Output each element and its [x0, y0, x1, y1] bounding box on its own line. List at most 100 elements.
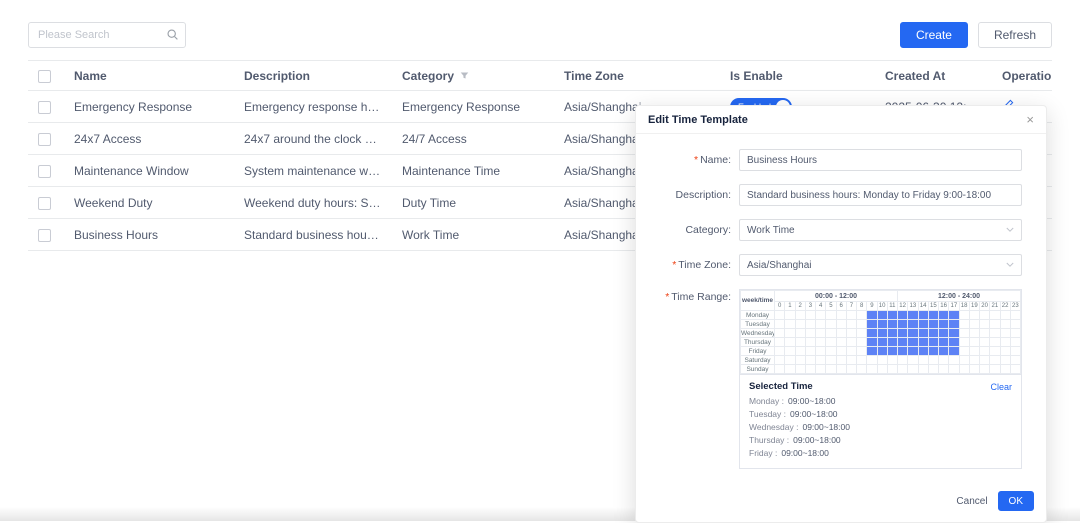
grid-cell[interactable]: [857, 356, 867, 365]
grid-cell[interactable]: [816, 347, 826, 356]
grid-cell[interactable]: [836, 338, 846, 347]
grid-cell[interactable]: [775, 338, 785, 347]
grid-cell[interactable]: [887, 311, 897, 320]
grid-cell[interactable]: [826, 356, 836, 365]
grid-cell[interactable]: [816, 320, 826, 329]
grid-cell[interactable]: [867, 356, 877, 365]
grid-cell[interactable]: [928, 338, 938, 347]
grid-cell[interactable]: [928, 320, 938, 329]
grid-cell[interactable]: [969, 320, 979, 329]
grid-cell[interactable]: [908, 329, 918, 338]
grid-cell[interactable]: [887, 356, 897, 365]
grid-cell[interactable]: [990, 365, 1000, 374]
grid-cell[interactable]: [898, 365, 908, 374]
grid-cell[interactable]: [775, 365, 785, 374]
grid-cell[interactable]: [857, 338, 867, 347]
grid-cell[interactable]: [1010, 338, 1020, 347]
grid-cell[interactable]: [816, 338, 826, 347]
grid-cell[interactable]: [836, 365, 846, 374]
name-input[interactable]: [739, 149, 1022, 171]
grid-cell[interactable]: [959, 356, 969, 365]
grid-cell[interactable]: [1000, 365, 1010, 374]
grid-cell[interactable]: [969, 329, 979, 338]
grid-cell[interactable]: [775, 329, 785, 338]
grid-cell[interactable]: [928, 347, 938, 356]
grid-cell[interactable]: [795, 311, 805, 320]
grid-cell[interactable]: [949, 320, 959, 329]
grid-cell[interactable]: [1010, 356, 1020, 365]
grid-cell[interactable]: [939, 329, 949, 338]
create-button[interactable]: Create: [900, 22, 968, 48]
grid-cell[interactable]: [887, 320, 897, 329]
grid-cell[interactable]: [898, 329, 908, 338]
grid-cell[interactable]: [1010, 320, 1020, 329]
grid-cell[interactable]: [918, 338, 928, 347]
grid-cell[interactable]: [826, 329, 836, 338]
grid-cell[interactable]: [969, 347, 979, 356]
grid-cell[interactable]: [1000, 311, 1010, 320]
grid-cell[interactable]: [785, 329, 795, 338]
refresh-button[interactable]: Refresh: [978, 22, 1052, 48]
grid-cell[interactable]: [836, 320, 846, 329]
grid-cell[interactable]: [867, 338, 877, 347]
grid-cell[interactable]: [939, 356, 949, 365]
grid-cell[interactable]: [846, 329, 856, 338]
grid-cell[interactable]: [908, 320, 918, 329]
grid-cell[interactable]: [805, 356, 815, 365]
grid-cell[interactable]: [805, 329, 815, 338]
grid-cell[interactable]: [949, 365, 959, 374]
category-select[interactable]: Work Time: [739, 219, 1022, 241]
grid-cell[interactable]: [857, 311, 867, 320]
grid-cell[interactable]: [826, 365, 836, 374]
grid-cell[interactable]: [795, 329, 805, 338]
grid-cell[interactable]: [857, 365, 867, 374]
grid-cell[interactable]: [826, 347, 836, 356]
grid-cell[interactable]: [1000, 338, 1010, 347]
grid-cell[interactable]: [959, 320, 969, 329]
description-input[interactable]: [739, 184, 1022, 206]
grid-cell[interactable]: [918, 320, 928, 329]
grid-cell[interactable]: [887, 347, 897, 356]
grid-cell[interactable]: [836, 311, 846, 320]
grid-cell[interactable]: [857, 320, 867, 329]
grid-cell[interactable]: [928, 356, 938, 365]
grid-cell[interactable]: [898, 320, 908, 329]
grid-cell[interactable]: [775, 356, 785, 365]
grid-cell[interactable]: [1010, 365, 1020, 374]
filter-icon[interactable]: [460, 69, 469, 83]
grid-cell[interactable]: [939, 338, 949, 347]
grid-cell[interactable]: [949, 338, 959, 347]
grid-cell[interactable]: [805, 338, 815, 347]
grid-cell[interactable]: [877, 365, 887, 374]
grid-cell[interactable]: [928, 365, 938, 374]
grid-cell[interactable]: [949, 311, 959, 320]
row-checkbox[interactable]: [38, 101, 51, 114]
grid-cell[interactable]: [918, 356, 928, 365]
grid-cell[interactable]: [887, 365, 897, 374]
grid-cell[interactable]: [805, 311, 815, 320]
grid-cell[interactable]: [969, 338, 979, 347]
grid-cell[interactable]: [980, 347, 990, 356]
ok-button[interactable]: OK: [998, 491, 1034, 511]
grid-cell[interactable]: [1000, 320, 1010, 329]
grid-cell[interactable]: [785, 320, 795, 329]
grid-cell[interactable]: [857, 329, 867, 338]
row-checkbox[interactable]: [38, 197, 51, 210]
grid-cell[interactable]: [775, 311, 785, 320]
grid-cell[interactable]: [959, 311, 969, 320]
grid-cell[interactable]: [867, 365, 877, 374]
timezone-select[interactable]: Asia/Shanghai: [739, 254, 1022, 276]
grid-cell[interactable]: [959, 329, 969, 338]
grid-cell[interactable]: [928, 329, 938, 338]
grid-cell[interactable]: [877, 329, 887, 338]
grid-cell[interactable]: [795, 347, 805, 356]
grid-cell[interactable]: [795, 320, 805, 329]
grid-cell[interactable]: [980, 311, 990, 320]
grid-cell[interactable]: [795, 365, 805, 374]
clear-button[interactable]: Clear: [990, 382, 1012, 392]
grid-cell[interactable]: [867, 347, 877, 356]
grid-cell[interactable]: [795, 356, 805, 365]
grid-cell[interactable]: [908, 356, 918, 365]
grid-cell[interactable]: [867, 311, 877, 320]
grid-cell[interactable]: [805, 365, 815, 374]
